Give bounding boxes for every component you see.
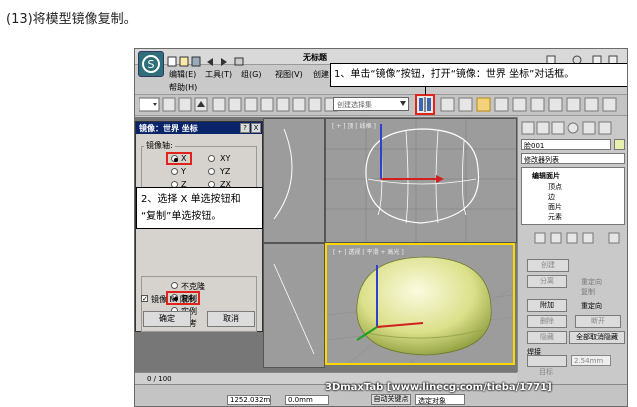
- hide-button[interactable]: 隐藏: [527, 331, 567, 344]
- radio-axis-xy[interactable]: [208, 155, 215, 162]
- break-button[interactable]: 断开: [575, 315, 621, 328]
- stack-item-element[interactable]: 元素: [548, 212, 562, 222]
- detach-button[interactable]: 分离: [527, 275, 567, 288]
- stack-item-edge[interactable]: 边: [548, 192, 555, 202]
- y-coordinate-value: 0.0mm: [288, 396, 313, 404]
- menu-tools[interactable]: 工具(T): [205, 69, 232, 80]
- menu-create[interactable]: 创建: [313, 69, 329, 80]
- object-name-field[interactable]: 脸001: [521, 139, 611, 150]
- cancel-button[interactable]: 取消: [207, 311, 255, 327]
- viewport-label-perspective: [ + ] 透视 [ 平滑 + 高光 ]: [333, 249, 404, 256]
- window-controls[interactable]: [545, 51, 625, 65]
- viewport-bottom-left[interactable]: [263, 243, 325, 368]
- dialog-title: 镜像：世界 坐标: [139, 124, 198, 133]
- mirror-ik-checkbox[interactable]: ✓: [141, 295, 148, 303]
- menu-help[interactable]: 帮助(H): [169, 82, 197, 93]
- quick-access-toolbar: [167, 52, 277, 67]
- modifier-stack[interactable]: 编辑面片 顶点 边 面片 元素: [521, 167, 625, 225]
- max-logo-icon: S: [142, 55, 160, 73]
- stack-item-vertex[interactable]: 顶点: [548, 182, 562, 192]
- command-panel-tabs[interactable]: [521, 120, 625, 135]
- weld-threshold-value: 2.54mm: [574, 357, 604, 365]
- key-filter-value: 选定对象: [418, 397, 446, 405]
- y-coordinate-field[interactable]: 0.0mm: [285, 395, 329, 405]
- shaded-model: [327, 256, 513, 363]
- create-button[interactable]: 创建: [527, 259, 569, 272]
- app-logo[interactable]: S: [138, 51, 164, 77]
- attach-button[interactable]: 附加: [527, 299, 567, 312]
- delete-button[interactable]: 删除: [527, 315, 567, 328]
- callout-step2-line2: “复制”单选按钮。: [141, 211, 222, 222]
- modifier-list-label: 修改器列表: [524, 156, 559, 164]
- app-window: S 无标题 编辑(E) 工具(T) 组(G) 视图(V) 创建 帮助(H) 创建…: [134, 48, 628, 407]
- selection-set-placeholder: 创建选择集: [337, 101, 372, 109]
- radio-axis-y[interactable]: [171, 168, 178, 175]
- unhide-all-button[interactable]: 全部取消隐藏: [569, 331, 625, 344]
- mirror-button[interactable]: [415, 94, 435, 115]
- callout-step2-line1: 2、选择 X 单选按钮和: [141, 194, 241, 205]
- viewport-top-right[interactable]: [ + ] 顶 [ 线框 ]: [325, 118, 517, 243]
- mirror-ik-label: 镜像 IK 限制: [151, 295, 196, 304]
- object-name-value: 脸001: [524, 142, 545, 150]
- target-label: 目标: [539, 368, 553, 376]
- weld-threshold-field[interactable]: 2.54mm: [571, 355, 611, 366]
- reorient2-label: 重定向: [581, 302, 602, 310]
- radio-axis-yz[interactable]: [208, 168, 215, 175]
- object-color-swatch[interactable]: [614, 139, 625, 150]
- dialog-close-button[interactable]: X: [251, 123, 261, 133]
- label-axis-xy: XY: [220, 154, 231, 163]
- step-caption: (13)将模型镜像复制。: [6, 12, 137, 27]
- stack-root-item[interactable]: 编辑面片: [532, 171, 560, 181]
- frame-counter: 0 / 100: [147, 375, 172, 383]
- wireframe-model: [326, 119, 516, 242]
- stack-item-patch[interactable]: 面片: [548, 202, 562, 212]
- weld-button[interactable]: [527, 355, 567, 367]
- auto-key-button[interactable]: 自动关键点: [371, 394, 411, 405]
- viewport-label-top: [ + ] 顶 [ 线框 ]: [332, 123, 376, 130]
- label-axis-x: X: [181, 154, 187, 163]
- menu-group[interactable]: 组(G): [241, 69, 261, 80]
- svg-text:S: S: [148, 58, 155, 71]
- x-coordinate-field[interactable]: 1252.032m: [227, 395, 271, 405]
- callout-step1-text: 1、单击“镜像”按钮，打开“镜像：世界 坐标”对话框。: [334, 69, 575, 80]
- modifier-list-dropdown[interactable]: 修改器列表: [521, 153, 625, 164]
- selection-set-dropdown[interactable]: 创建选择集: [333, 97, 409, 111]
- copy-label: 复制: [581, 288, 595, 296]
- viewport-perspective[interactable]: [ + ] 透视 [ 平滑 + 高光 ]: [325, 243, 515, 365]
- watermark: 3DmaxTab [www.linecg.com/tieba/1771]: [325, 382, 552, 393]
- dialog-help-button[interactable]: ?: [240, 123, 250, 133]
- chevron-down-icon: [400, 101, 406, 106]
- toolbar-icons-left[interactable]: [138, 97, 339, 113]
- window-title: 无标题: [303, 53, 327, 62]
- callout-step2: 2、选择 X 单选按钮和 “复制”单选按钮。: [136, 187, 263, 229]
- callout-connector: [425, 87, 426, 95]
- stack-tools[interactable]: [521, 229, 625, 244]
- x-coordinate-value: 1252.032m: [230, 396, 271, 404]
- menu-edit[interactable]: 编辑(E): [169, 69, 196, 80]
- ok-button[interactable]: 确定: [143, 311, 191, 327]
- axis-group-label: 镜像轴:: [144, 140, 175, 151]
- toolbar-icons-right[interactable]: [439, 97, 627, 113]
- label-axis-yz: YZ: [220, 167, 231, 176]
- key-filter-dropdown[interactable]: 选定对象: [415, 394, 465, 405]
- radio-axis-x[interactable]: [171, 155, 178, 162]
- menu-views[interactable]: 视图(V): [275, 69, 303, 80]
- radio-no-clone[interactable]: [171, 282, 178, 289]
- mirror-icon: [419, 97, 431, 112]
- callout-step1: 1、单击“镜像”按钮，打开“镜像：世界 坐标”对话框。: [330, 63, 627, 87]
- axis-x-highlight: [166, 152, 192, 165]
- reorient-label: 重定向: [581, 278, 602, 286]
- label-axis-y: Y: [181, 167, 186, 176]
- viewport-top-left[interactable]: [263, 118, 325, 243]
